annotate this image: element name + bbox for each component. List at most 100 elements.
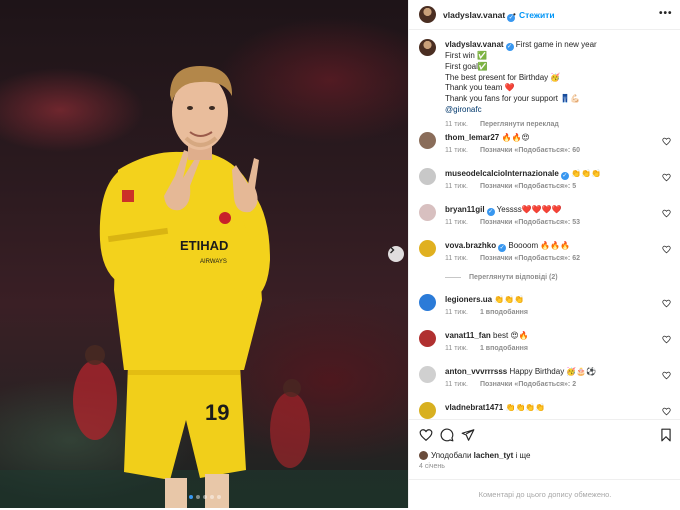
author-username[interactable]: vladyslav.vanat ✓ (443, 10, 516, 22)
caption-time: 11 тиж. (445, 120, 468, 128)
commenter-avatar[interactable] (419, 240, 436, 257)
comment-item: anton_vvvrrrsss Happy Birthday 🥳🎂⚽ 11 ти… (419, 366, 671, 396)
comment-body: thom_lemar27 🔥🔥😍 (445, 133, 655, 143)
comment-like-heart-icon[interactable] (662, 137, 671, 146)
comment-likes[interactable]: Позначки «Подобається»: 5 (480, 183, 576, 190)
comment-time: 11 тиж. (445, 183, 468, 190)
comment-meta: 11 тиж. Позначки «Подобається»: 2 (445, 381, 576, 388)
comment-text: Yessss❤️❤️❤️❤️ (496, 205, 562, 214)
likes-suffix[interactable]: і ще (515, 451, 530, 460)
commenter-avatar[interactable] (419, 402, 436, 419)
comments-scroll-area[interactable]: vladyslav.vanat ✓ First game in new year … (409, 31, 680, 419)
comment-likes[interactable]: Позначки «Подобається»: 62 (480, 255, 580, 262)
post-header: vladyslav.vanat ✓ • Стежити ••• (409, 0, 680, 30)
comment-like-heart-icon[interactable] (662, 335, 671, 344)
author-avatar[interactable] (419, 6, 436, 23)
player-illustration: 19 ETIHAD AIRWAYS (0, 66, 408, 508)
commenter-username[interactable]: museodelcalcioInternazionale (445, 169, 559, 178)
caption-line: The best present for Birthday 🥳 (445, 72, 561, 82)
caption-mention-link[interactable]: @gironafc (445, 105, 671, 116)
comment-item: vladnebrat1471 👏👏👏👏 (419, 402, 671, 419)
comment-time: 11 тиж. (445, 219, 468, 226)
translate-link[interactable]: Переглянути переклад (480, 121, 559, 128)
comment-likes[interactable]: 1 вподобання (480, 309, 528, 316)
carousel-dot (210, 495, 214, 499)
comment-meta: 11 тиж. Позначки «Подобається»: 5 (445, 183, 576, 190)
comment-likes[interactable]: Позначки «Подобається»: 60 (480, 147, 580, 154)
post-photo[interactable]: 19 ETIHAD AIRWAYS (0, 0, 408, 508)
comment-body: bryan11gil ✓ Yessss❤️❤️❤️❤️ (445, 205, 655, 216)
commenter-avatar[interactable] (419, 132, 436, 149)
comment-like-heart-icon[interactable] (662, 209, 671, 218)
comment-body: anton_vvvrrrsss Happy Birthday 🥳🎂⚽ (445, 367, 655, 377)
liker-avatar (419, 451, 428, 460)
carousel-dot (217, 495, 221, 499)
comment-likes[interactable]: Позначки «Подобається»: 2 (480, 381, 576, 388)
carousel-dot (189, 495, 193, 499)
commenter-username[interactable]: vova.brazhko (445, 241, 496, 250)
commenter-username[interactable]: vanat11_fan (445, 331, 491, 340)
comment-item: vanat11_fan best 😍🔥 11 тиж. 1 вподобання (419, 330, 671, 360)
likes-summary[interactable]: Уподобали lachen_tyt і ще (419, 451, 530, 460)
comment-body: vanat11_fan best 😍🔥 (445, 331, 655, 341)
comment-icon[interactable] (440, 428, 454, 442)
comment-meta: 11 тиж. 1 вподобання (445, 309, 528, 316)
comment-time: 11 тиж. (445, 147, 468, 154)
comment-body: museodelcalcioInternazionale ✓ 👏👏👏 (445, 169, 655, 180)
follow-button[interactable]: Стежити (519, 10, 555, 20)
shorts-number: 19 (205, 400, 229, 425)
bookmark-icon[interactable] (659, 428, 673, 442)
comment-text: 👏👏👏👏 (505, 403, 546, 412)
commenter-username[interactable]: legioners.ua (445, 295, 492, 304)
commenter-avatar[interactable] (419, 366, 436, 383)
verified-badge-icon: ✓ (560, 172, 569, 180)
heart-icon[interactable] (419, 428, 433, 442)
comment-time: 11 тиж. (445, 309, 468, 316)
comment-text: 🔥🔥😍 (501, 133, 530, 142)
commenter-username[interactable]: anton_vvvrrrsss (445, 367, 507, 376)
comment-body: vova.brazhko ✓ Boooom 🔥🔥🔥 (445, 241, 655, 252)
commenter-avatar[interactable] (419, 294, 436, 311)
comment-text: 👏👏👏 (494, 295, 525, 304)
comment-likes[interactable]: Позначки «Подобається»: 53 (480, 219, 580, 226)
share-icon[interactable] (461, 428, 475, 442)
commenter-avatar[interactable] (419, 204, 436, 221)
commenter-username[interactable]: vladnebrat1471 (445, 403, 503, 412)
caption-body: vladyslav.vanat ✓ First game in new year … (445, 40, 671, 131)
view-replies-label[interactable]: Переглянути відповіді (2) (469, 274, 558, 281)
commenter-username[interactable]: bryan11gil (445, 205, 485, 214)
likes-prefix: Уподобали (431, 451, 472, 460)
comment-item: legioners.ua 👏👏👏 11 тиж. 1 вподобання (419, 294, 671, 324)
author-username-text[interactable]: vladyslav.vanat (443, 10, 505, 20)
caption-username[interactable]: vladyslav.vanat (445, 40, 504, 49)
caption-line: First goal✅ (445, 61, 488, 71)
carousel-next-button[interactable] (388, 246, 404, 262)
caption-line: First win ✅ (445, 51, 487, 60)
jersey-sponsor: ETIHAD (180, 238, 228, 253)
caption-line: First game in new year (515, 40, 597, 49)
view-replies-button[interactable]: Переглянути відповіді (2) (445, 274, 645, 281)
comment-time: 11 тиж. (445, 345, 468, 352)
carousel-dot (203, 495, 207, 499)
comment-like-heart-icon[interactable] (662, 407, 671, 416)
verified-badge-icon: ✓ (505, 43, 514, 51)
commenter-username[interactable]: thom_lemar27 (445, 133, 499, 142)
comment-like-heart-icon[interactable] (662, 371, 671, 380)
post-side-panel: vladyslav.vanat ✓ • Стежити ••• vladyslav… (408, 0, 680, 508)
replies-divider-line (445, 277, 461, 278)
commenter-avatar[interactable] (419, 330, 436, 347)
comment-like-heart-icon[interactable] (662, 173, 671, 182)
comment-text: 👏👏👏 (571, 169, 601, 178)
liker-username[interactable]: lachen_tyt (474, 451, 514, 460)
more-options-icon[interactable]: ••• (659, 8, 673, 19)
caption-author-avatar[interactable] (419, 39, 436, 56)
commenter-avatar[interactable] (419, 168, 436, 185)
comment-item: vova.brazhko ✓ Boooom 🔥🔥🔥 11 тиж. Позначки… (419, 240, 671, 270)
comment-likes[interactable]: 1 вподобання (480, 345, 528, 352)
verified-badge-icon: ✓ (498, 244, 507, 252)
comment-like-heart-icon[interactable] (662, 245, 671, 254)
header-separator: • (513, 10, 516, 19)
comment-like-heart-icon[interactable] (662, 299, 671, 308)
chevron-right-icon (390, 246, 395, 254)
post-dialog: 19 ETIHAD AIRWAYS vladyslav.vanat ✓ • Ст… (0, 0, 680, 508)
